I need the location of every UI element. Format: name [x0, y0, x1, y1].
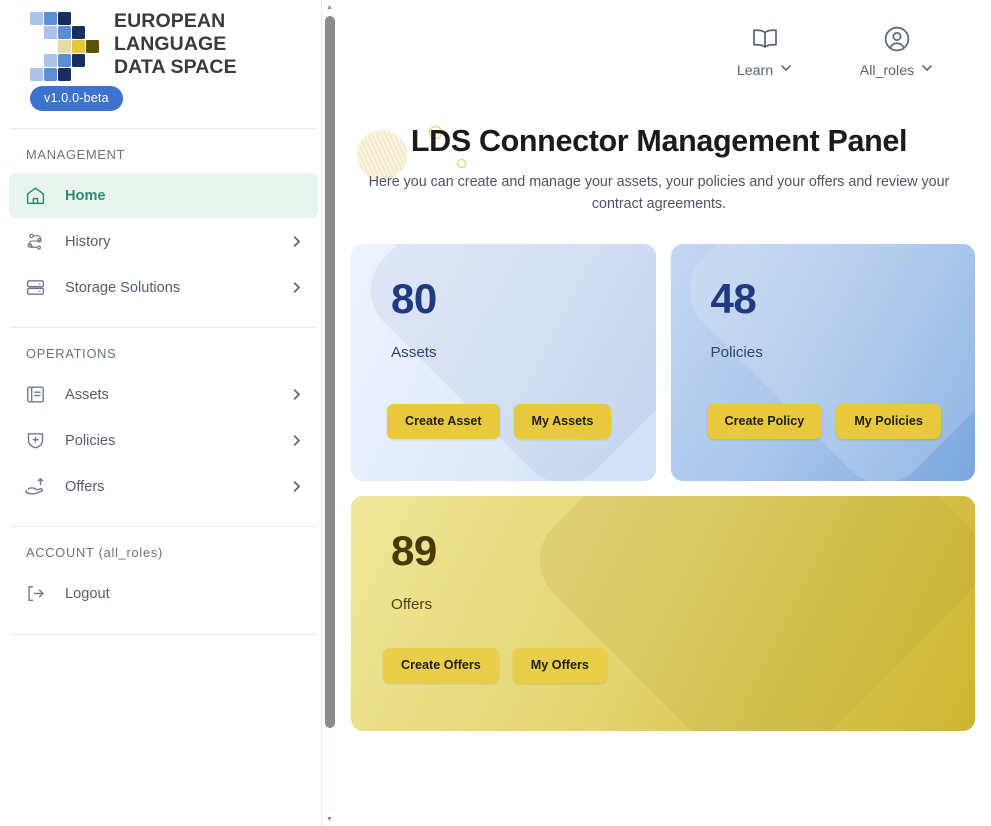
policies-card: 48 Policies Create Policy My Policies — [670, 244, 975, 482]
sidebar-item-policies[interactable]: Policies — [9, 418, 318, 463]
policies-card-actions: Create Policy My Policies — [706, 404, 941, 440]
sidebar-item-label-policies: Policies — [65, 432, 116, 449]
page-subtitle: Here you can create and manage your asse… — [368, 174, 950, 212]
hero-section: LDS Connector Management Panel Here you … — [327, 124, 991, 215]
sidebar-item-offers[interactable]: Offers — [9, 464, 318, 509]
history-icon — [23, 230, 47, 254]
scrollbar-down-arrow[interactable]: ▼ — [322, 812, 337, 826]
stat-cards: 80 Assets Create Asset My Assets 48 Poli… — [351, 244, 975, 732]
chevron-right-icon-assets — [289, 387, 304, 402]
sidebar-item-logout[interactable]: Logout — [9, 571, 318, 616]
section-label-account: ACCOUNT (all_roles) — [26, 545, 164, 560]
chevron-right-icon-storage — [289, 280, 304, 295]
offers-card-label: Offers — [391, 596, 433, 614]
assets-card: 80 Assets Create Asset My Assets — [351, 244, 656, 482]
sidebar-item-history[interactable]: History — [9, 219, 318, 264]
storage-icon — [23, 276, 47, 300]
topbar: Learn All_roles — [327, 0, 991, 80]
sidebar: EUROPEAN LANGUAGE DATA SPACE v1.0.0-beta… — [0, 0, 327, 826]
sidebar-item-label-logout: Logout — [65, 585, 110, 602]
all-roles-label-row: All_roles — [860, 61, 934, 80]
main-content: Learn All_roles LDS Connector Management… — [327, 0, 991, 826]
create-offers-button[interactable]: Create Offers — [383, 648, 499, 684]
brand-name-line-3: DATA SPACE — [114, 55, 237, 78]
decorative-ring-small — [457, 159, 466, 168]
chevron-down-icon-learn — [779, 61, 793, 80]
chevron-right-icon-policies — [289, 433, 304, 448]
logout-icon — [23, 582, 47, 606]
brand-name-line-2: LANGUAGE — [114, 32, 227, 55]
app-root: EUROPEAN LANGUAGE DATA SPACE v1.0.0-beta… — [0, 0, 991, 826]
brand-name-line-1: EUROPEAN — [114, 9, 226, 32]
chevron-right-icon-history — [289, 234, 304, 249]
brand-header: EUROPEAN LANGUAGE DATA SPACE v1.0.0-beta — [0, 0, 327, 111]
learn-menu[interactable]: Learn — [719, 22, 811, 80]
create-policy-button[interactable]: Create Policy — [706, 404, 823, 440]
sidebar-item-label-offers: Offers — [65, 478, 105, 495]
assets-card-label: Assets — [391, 344, 437, 362]
my-policies-button[interactable]: My Policies — [836, 404, 941, 440]
policies-count: 48 — [710, 275, 757, 323]
assets-count: 80 — [391, 275, 437, 323]
offers-hand-icon — [23, 475, 47, 499]
elds-logo-icon — [28, 8, 100, 81]
chevron-down-icon-all-roles — [920, 61, 934, 80]
sidebar-divider-end — [10, 634, 317, 635]
offers-card-actions: Create Offers My Offers — [383, 648, 607, 684]
offers-card: 89 Offers Create Offers My Offers — [351, 496, 975, 732]
book-icon — [750, 22, 780, 56]
user-circle-icon — [882, 22, 912, 56]
sidebar-item-label-assets: Assets — [65, 386, 109, 403]
policies-shield-icon — [23, 429, 47, 453]
my-offers-button[interactable]: My Offers — [512, 648, 607, 684]
all-roles-menu[interactable]: All_roles — [851, 22, 943, 80]
section-label-management: MANAGEMENT — [26, 147, 126, 162]
brand-name: EUROPEAN LANGUAGE DATA SPACE — [114, 10, 237, 79]
offers-count: 89 — [391, 527, 437, 575]
home-icon — [23, 184, 47, 208]
sidebar-item-label-home: Home — [65, 187, 106, 204]
scrollbar-thumb[interactable] — [324, 16, 335, 728]
scrollbar-up-arrow[interactable]: ▲ — [322, 0, 337, 14]
section-label-operations: OPERATIONS — [26, 346, 117, 361]
sidebar-item-label-history: History — [65, 233, 111, 250]
brand-logo-row: EUROPEAN LANGUAGE DATA SPACE — [0, 8, 237, 81]
my-assets-button[interactable]: My Assets — [513, 404, 612, 440]
sidebar-item-label-storage-solutions: Storage Solutions — [65, 279, 181, 296]
assets-icon — [23, 383, 47, 407]
sidebar-item-assets[interactable]: Assets — [9, 372, 318, 417]
page-title: LDS Connector Management Panel — [410, 124, 908, 158]
sidebar-item-home[interactable]: Home — [9, 173, 318, 218]
chevron-right-icon-offers — [289, 479, 304, 494]
sidebar-scrollbar[interactable]: ▲ ▼ — [321, 0, 337, 826]
all-roles-label: All_roles — [859, 62, 915, 79]
assets-card-actions: Create Asset My Assets — [387, 404, 612, 440]
sidebar-item-storage-solutions[interactable]: Storage Solutions — [9, 265, 318, 310]
version-badge: v1.0.0-beta — [30, 86, 123, 111]
learn-label-row: Learn — [737, 61, 793, 80]
create-asset-button[interactable]: Create Asset — [387, 404, 500, 440]
policies-card-label: Policies — [710, 344, 763, 362]
learn-label: Learn — [736, 62, 774, 79]
